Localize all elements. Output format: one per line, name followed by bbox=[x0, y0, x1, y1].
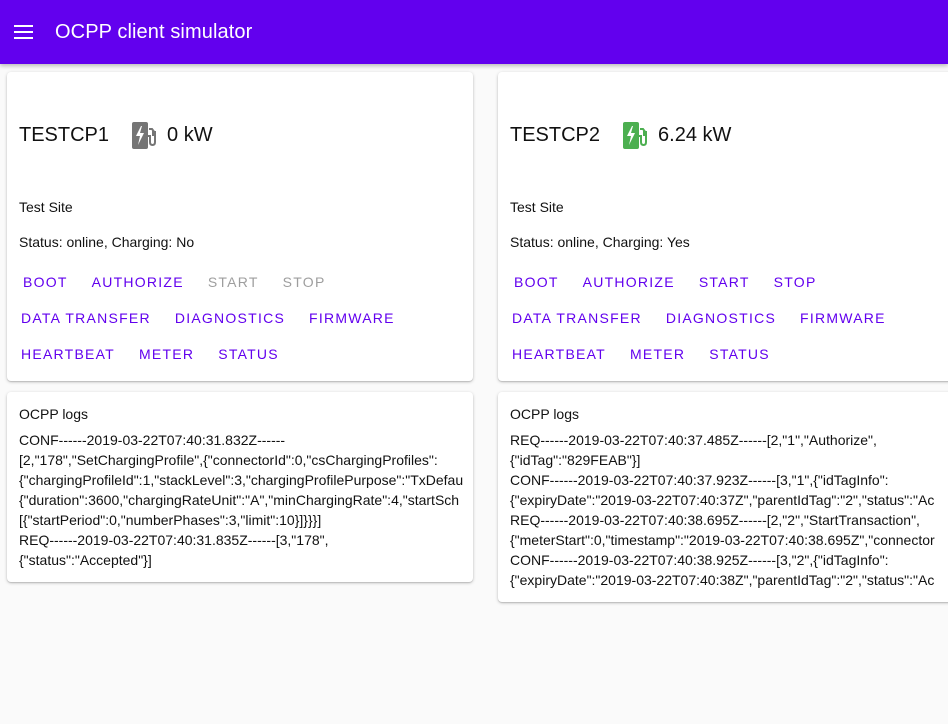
log-line: {"status":"Accepted"}] bbox=[19, 552, 152, 568]
station-card-2: TESTCP2 6.24 kW Test Site Status: online… bbox=[498, 72, 948, 381]
log-line: REQ------2019-03-22T07:40:37.485Z------[… bbox=[510, 432, 877, 448]
station-header: TESTCP1 0 kW bbox=[19, 120, 213, 150]
log-line: {"idTag":"829FEAB"}] bbox=[510, 452, 641, 468]
log-line: CONF------2019-03-22T07:40:37.923Z------… bbox=[510, 472, 889, 488]
log-line: {"chargingProfileId":1,"stackLevel":3,"c… bbox=[19, 472, 464, 488]
authorize-button[interactable]: AUTHORIZE bbox=[573, 264, 685, 300]
log-line: CONF------2019-03-22T07:40:38.925Z------… bbox=[510, 552, 889, 568]
status-text: Status: online, Charging: Yes bbox=[510, 234, 690, 250]
log-line: {"meterStart":0,"timestamp":"2019-03-22T… bbox=[510, 532, 935, 548]
start-button[interactable]: START bbox=[689, 264, 760, 300]
log-line: REQ------2019-03-22T07:40:31.835Z------[… bbox=[19, 532, 329, 548]
boot-button[interactable]: BOOT bbox=[504, 264, 569, 300]
site-label: Test Site bbox=[510, 199, 564, 215]
firmware-button[interactable]: FIRMWARE bbox=[299, 300, 405, 336]
log-line: [2,"178","SetChargingProfile",{"connecto… bbox=[19, 452, 438, 468]
logs-title: OCPP logs bbox=[19, 406, 88, 422]
meter-button[interactable]: METER bbox=[620, 336, 695, 372]
start-button[interactable]: START bbox=[198, 264, 269, 300]
button-row-2: DATA TRANSFER DIAGNOSTICS FIRMWARE bbox=[11, 300, 409, 336]
button-row-1: BOOT AUTHORIZE START STOP bbox=[504, 264, 831, 300]
menu-icon bbox=[13, 25, 33, 39]
app-title: OCPP client simulator bbox=[55, 20, 253, 43]
data-transfer-button[interactable]: DATA TRANSFER bbox=[502, 300, 652, 336]
log-line: {"duration":3600,"chargingRateUnit":"A",… bbox=[19, 492, 460, 508]
power-readout: 0 kW bbox=[167, 123, 213, 146]
power-readout: 6.24 kW bbox=[658, 123, 732, 146]
stop-button[interactable]: STOP bbox=[273, 264, 336, 300]
logs-card-1: OCPP logs CONF------2019-03-22T07:40:31.… bbox=[7, 392, 473, 582]
app-bar: OCPP client simulator bbox=[0, 0, 948, 64]
status-text: Status: online, Charging: No bbox=[19, 234, 195, 250]
ev-station-icon bbox=[623, 122, 648, 149]
diagnostics-button[interactable]: DIAGNOSTICS bbox=[165, 300, 295, 336]
menu-button[interactable] bbox=[0, 0, 46, 64]
logs-card-2: OCPP logs REQ------2019-03-22T07:40:37.4… bbox=[498, 392, 948, 602]
firmware-button[interactable]: FIRMWARE bbox=[790, 300, 896, 336]
status-button[interactable]: STATUS bbox=[699, 336, 780, 372]
data-transfer-button[interactable]: DATA TRANSFER bbox=[11, 300, 161, 336]
stop-button[interactable]: STOP bbox=[764, 264, 827, 300]
log-line: {"expiryDate":"2019-03-22T07:40:37Z","pa… bbox=[510, 492, 935, 508]
logs-title: OCPP logs bbox=[510, 406, 579, 422]
status-button[interactable]: STATUS bbox=[208, 336, 289, 372]
button-row-3: HEARTBEAT METER STATUS bbox=[11, 336, 293, 372]
log-line: CONF------2019-03-22T07:40:31.832Z------ bbox=[19, 432, 286, 448]
button-row-3: HEARTBEAT METER STATUS bbox=[502, 336, 784, 372]
station-name: TESTCP2 bbox=[510, 123, 601, 146]
meter-button[interactable]: METER bbox=[129, 336, 204, 372]
button-row-1: BOOT AUTHORIZE START STOP bbox=[13, 264, 340, 300]
heartbeat-button[interactable]: HEARTBEAT bbox=[502, 336, 616, 372]
boot-button[interactable]: BOOT bbox=[13, 264, 78, 300]
log-line: [{"startPeriod":0,"numberPhases":3,"limi… bbox=[19, 512, 322, 528]
log-line: REQ------2019-03-22T07:40:38.695Z------[… bbox=[510, 512, 920, 528]
authorize-button[interactable]: AUTHORIZE bbox=[82, 264, 194, 300]
site-label: Test Site bbox=[19, 199, 73, 215]
log-list: CONF------2019-03-22T07:40:31.832Z------… bbox=[19, 430, 463, 570]
station-card-1: TESTCP1 0 kW Test Site Status: online, C… bbox=[7, 72, 473, 381]
heartbeat-button[interactable]: HEARTBEAT bbox=[11, 336, 125, 372]
log-list: REQ------2019-03-22T07:40:37.485Z------[… bbox=[510, 430, 935, 590]
station-name: TESTCP1 bbox=[19, 123, 110, 146]
log-line: {"expiryDate":"2019-03-22T07:40:38Z","pa… bbox=[510, 572, 935, 588]
ev-station-icon bbox=[132, 122, 157, 149]
station-header: TESTCP2 6.24 kW bbox=[510, 120, 731, 150]
diagnostics-button[interactable]: DIAGNOSTICS bbox=[656, 300, 786, 336]
button-row-2: DATA TRANSFER DIAGNOSTICS FIRMWARE bbox=[502, 300, 900, 336]
